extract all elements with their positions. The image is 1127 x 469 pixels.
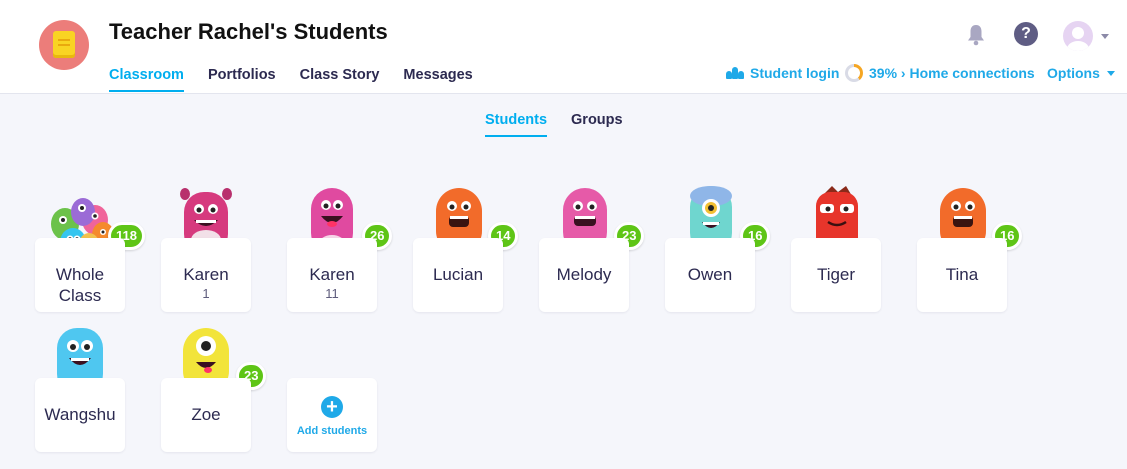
tab-classroom[interactable]: Classroom bbox=[109, 67, 184, 92]
student-subtitle: 11 bbox=[325, 286, 339, 301]
student-name: Zoe bbox=[191, 405, 221, 424]
student-name: Lucian bbox=[432, 265, 484, 284]
tab-messages[interactable]: Messages bbox=[403, 67, 472, 92]
student-card-whole-class[interactable]: Whole Class bbox=[35, 238, 125, 312]
tab-groups[interactable]: Groups bbox=[571, 112, 623, 137]
plus-icon: + bbox=[321, 396, 343, 418]
student-name: Karen bbox=[183, 265, 229, 284]
home-connections-label: 39% › Home connections bbox=[869, 65, 1035, 81]
student-name: Melody bbox=[556, 265, 612, 284]
student-card-owen[interactable]: Owen bbox=[665, 238, 755, 312]
student-login-link[interactable]: Student login bbox=[726, 64, 839, 82]
profile-menu[interactable] bbox=[1063, 21, 1111, 51]
student-name: Tina bbox=[945, 265, 979, 284]
chevron-down-icon bbox=[1106, 70, 1115, 76]
tab-students[interactable]: Students bbox=[485, 112, 548, 137]
student-card-tina[interactable]: Tina bbox=[917, 238, 1007, 312]
student-card-zoe[interactable]: Zoe bbox=[161, 378, 251, 452]
student-login-label: Student login bbox=[750, 65, 840, 81]
student-name: Karen bbox=[309, 265, 355, 284]
home-connections-link[interactable]: 39% › Home connections bbox=[845, 64, 1035, 82]
options-menu[interactable]: Options bbox=[1047, 64, 1115, 82]
student-card-tiger[interactable]: Tiger bbox=[791, 238, 881, 312]
students-icon bbox=[726, 67, 744, 79]
avatar bbox=[1063, 21, 1093, 51]
student-card-karen-11[interactable]: Karen 11 bbox=[287, 238, 377, 312]
tab-class-story[interactable]: Class Story bbox=[300, 67, 380, 92]
page-title: Teacher Rachel's Students bbox=[109, 19, 388, 44]
student-card-melody[interactable]: Melody bbox=[539, 238, 629, 312]
student-subtitle: 1 bbox=[202, 286, 210, 301]
progress-ring-icon bbox=[845, 64, 863, 82]
add-students-button[interactable]: + Add students bbox=[287, 378, 377, 452]
student-name: Wangshu bbox=[44, 405, 116, 424]
top-header: Teacher Rachel's Students Classroom Port… bbox=[0, 0, 1127, 94]
main-nav: Classroom Portfolios Class Story Message… bbox=[109, 67, 473, 92]
student-name: Whole Class bbox=[55, 265, 105, 305]
add-students-label: Add students bbox=[296, 425, 368, 437]
bell-icon[interactable] bbox=[964, 23, 988, 47]
class-avatar-icon[interactable] bbox=[39, 20, 89, 70]
student-name: Owen bbox=[687, 265, 733, 284]
tab-portfolios[interactable]: Portfolios bbox=[208, 67, 276, 92]
student-name: Tiger bbox=[816, 265, 856, 284]
student-card-wangshu[interactable]: Wangshu bbox=[35, 378, 125, 452]
help-icon[interactable]: ? bbox=[1014, 22, 1038, 46]
view-tabs: Students Groups bbox=[485, 112, 623, 137]
options-label: Options bbox=[1047, 65, 1100, 81]
chevron-down-icon bbox=[1101, 34, 1109, 39]
student-card-lucian[interactable]: Lucian bbox=[413, 238, 503, 312]
student-card-karen-1[interactable]: Karen 1 bbox=[161, 238, 251, 312]
